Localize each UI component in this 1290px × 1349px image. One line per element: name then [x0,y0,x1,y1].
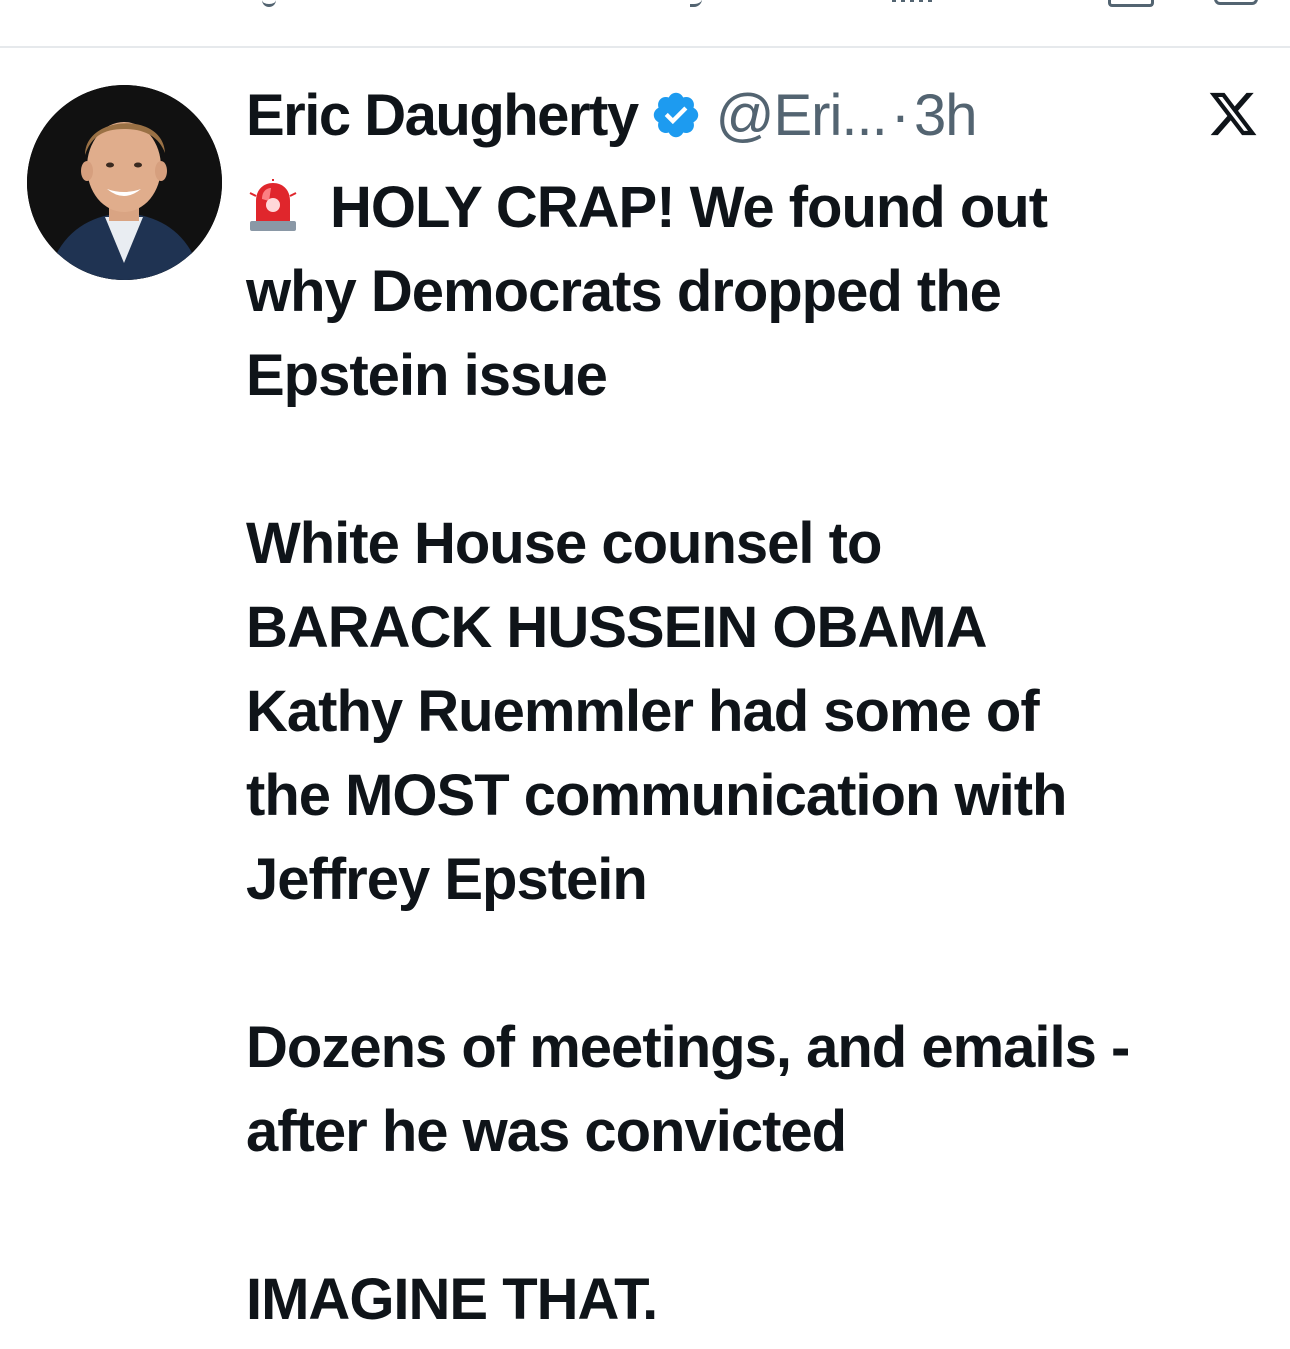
paragraph-4: IMAGINE THAT. [246,1258,1276,1342]
text-line: after he was convicted [246,1099,847,1164]
paragraph-1: HOLY CRAP! We found out why Democrats dr… [246,166,1276,418]
paragraph-3: Dozens of meetings, and emails - after h… [246,1006,1276,1174]
text-line: White House counsel to [246,511,882,576]
text-line: the MOST communication with [246,763,1067,828]
text-line: Jeffrey Epstein [246,847,648,912]
verified-badge-icon [650,89,702,141]
avatar-photo [27,85,222,280]
timestamp[interactable]: 3h [914,82,978,149]
share-icon[interactable] [1214,0,1258,5]
bookmark-icon[interactable] [1108,0,1154,7]
reply-icon[interactable] [262,0,276,7]
tweet-text: HOLY CRAP! We found out why Democrats dr… [246,166,1276,1342]
tweet-header: Eric Daugherty @Eri... · 3h [246,80,978,150]
avatar[interactable] [27,85,222,280]
author-name[interactable]: Eric Daugherty [246,82,639,149]
x-logo-icon[interactable] [1207,88,1259,140]
text-line: HOLY CRAP! We found out [246,166,1276,250]
text-line-content: HOLY CRAP! We found out [330,175,1048,240]
repost-icon[interactable] [690,0,702,7]
siren-emoji-icon [246,172,300,231]
separator-dot: · [890,82,911,148]
text-line: Kathy Ruemmler had some of [246,679,1040,744]
author-handle[interactable]: @Eri... [716,82,888,149]
text-line: BARACK HUSSEIN OBAMA [246,595,987,660]
text-line: Dozens of meetings, and emails - [246,1015,1130,1080]
text-line: IMAGINE THAT. [246,1267,658,1332]
text-line: Epstein issue [246,343,608,408]
paragraph-2: White House counsel to BARACK HUSSEIN OB… [246,502,1276,922]
text-line: why Democrats dropped the [246,259,1002,324]
views-icon[interactable] [892,0,932,2]
action-bar [0,0,1290,48]
